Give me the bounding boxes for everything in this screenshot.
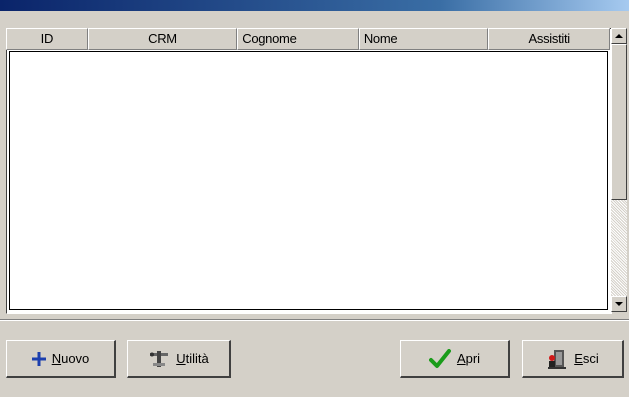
column-header-assistiti[interactable]: Assistiti [488,28,611,50]
window-titlebar [0,0,629,11]
utilita-button[interactable]: Utilità [127,340,231,378]
exit-door-icon [546,348,568,370]
arrow-down-icon [615,302,623,306]
apri-label: Apri [456,351,481,366]
scroll-thumb[interactable] [611,44,627,200]
utilita-label: Utilità [176,351,209,366]
nuovo-label: Nuovo [51,351,90,366]
column-header-nome[interactable]: Nome [358,28,489,50]
column-header-cognome[interactable]: Cognome [237,28,359,50]
column-header-crm[interactable]: CRM [87,28,238,50]
esci-button[interactable]: Esci [522,340,624,378]
nuovo-button[interactable]: Nuovo [6,340,116,378]
tools-icon [148,349,170,369]
vertical-scrollbar[interactable] [611,28,627,312]
column-header-id[interactable]: ID [6,28,88,50]
grid-header: ID CRM Cognome Nome Assistiti [6,28,611,50]
apri-button[interactable]: Apri [400,340,510,378]
toolbar-separator [0,319,629,321]
checkmark-icon [428,348,451,369]
arrow-up-icon [615,34,623,38]
grid-body[interactable] [9,51,608,310]
scroll-up-button[interactable] [611,28,627,44]
esci-label: Esci [574,351,599,366]
plus-icon [31,351,46,366]
scroll-down-button[interactable] [611,296,627,312]
